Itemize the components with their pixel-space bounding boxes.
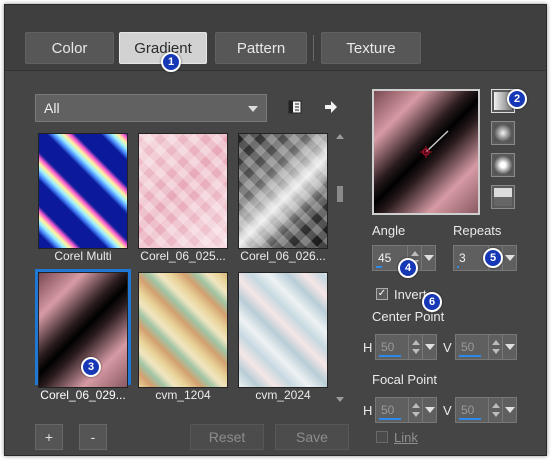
link-label[interactable]: Link <box>394 430 418 445</box>
center-v-stepper[interactable] <box>488 335 502 359</box>
gradient-name: Corel_06_025... <box>140 249 226 263</box>
gradient-preview[interactable] <box>372 89 480 215</box>
add-gradient-button[interactable]: + <box>35 424 63 450</box>
style-sunburst-button[interactable] <box>491 153 515 177</box>
callout-4: 4 <box>398 258 418 278</box>
gradient-item-corel-06-025[interactable]: Corel_06_025... <box>135 130 231 263</box>
chevron-down-icon[interactable] <box>502 335 516 359</box>
focal-h-field[interactable]: 50 <box>375 397 437 423</box>
rectangular-gradient-icon <box>494 124 512 142</box>
focal-v-level-bar <box>459 418 481 420</box>
link-checkbox[interactable] <box>376 431 388 443</box>
gradient-swatch <box>138 272 228 388</box>
category-dropdown[interactable]: All <box>35 94 267 122</box>
chevron-down-icon[interactable] <box>421 246 435 270</box>
center-v-level-bar <box>459 355 481 357</box>
sunburst-gradient-icon <box>494 156 512 174</box>
focal-h-stepper[interactable] <box>408 398 422 422</box>
focal-v-field[interactable]: 50 <box>455 397 517 423</box>
angle-handle-icon[interactable] <box>374 91 478 213</box>
focal-h-value[interactable]: 50 <box>376 403 408 417</box>
focal-h-level-bar <box>379 418 401 420</box>
chevron-down-icon[interactable] <box>502 398 516 422</box>
angle-label: Angle <box>372 223 406 238</box>
callout-2: 2 <box>507 89 527 109</box>
reset-button[interactable]: Reset <box>190 424 264 450</box>
center-h-stepper[interactable] <box>408 335 422 359</box>
style-rectangular-button[interactable] <box>491 121 515 145</box>
gradient-name: Corel Multi <box>54 249 112 263</box>
tab-texture[interactable]: Texture <box>321 32 421 64</box>
invert-checkbox[interactable]: ✓ <box>376 288 388 300</box>
focal-v-value[interactable]: 50 <box>456 403 488 417</box>
gradient-swatch <box>38 133 128 249</box>
center-v-field[interactable]: 50 <box>455 334 517 360</box>
callout-5: 5 <box>483 248 503 268</box>
gradient-item-cvm-2024[interactable]: cvm_2024 <box>235 269 331 402</box>
callout-3: 3 <box>81 357 101 377</box>
book-icon[interactable] <box>285 96 305 118</box>
save-button[interactable]: Save <box>275 424 349 450</box>
gradient-name: cvm_2024 <box>255 388 311 402</box>
style-radial-button[interactable] <box>491 185 515 209</box>
gradient-swatch <box>238 133 328 249</box>
callout-6: 6 <box>422 292 442 312</box>
focal-point-label: Focal Point <box>372 372 438 387</box>
chevron-down-icon[interactable] <box>422 398 436 422</box>
gradient-list-scrollbar[interactable] <box>334 130 346 406</box>
repeats-label: Repeats <box>453 223 502 238</box>
material-properties-panel: Color Gradient Pattern Texture 1 All Cor… <box>4 4 547 456</box>
repeats-level-bar <box>457 266 459 268</box>
center-h-field[interactable]: 50 <box>375 334 437 360</box>
gradient-grid: Corel Multi Corel_06_025... Corel_06_026… <box>35 130 335 406</box>
gradient-item-cvm-1204[interactable]: cvm_1204 <box>135 269 231 402</box>
center-v-value[interactable]: 50 <box>456 340 488 354</box>
tab-pattern[interactable]: Pattern <box>215 32 307 64</box>
scroll-down-icon[interactable] <box>336 397 344 402</box>
scrollbar-thumb[interactable] <box>337 186 343 202</box>
angle-level-bar <box>376 266 382 268</box>
gradient-item-corel-multi[interactable]: Corel Multi <box>35 130 131 263</box>
category-dropdown-value: All <box>44 100 60 116</box>
gradient-swatch <box>238 272 328 388</box>
gradient-name: cvm_1204 <box>155 388 211 402</box>
chevron-down-icon <box>248 106 258 112</box>
remove-gradient-button[interactable]: - <box>79 424 107 450</box>
center-h-level-bar <box>379 355 401 357</box>
gradient-name: Corel_06_026... <box>240 249 326 263</box>
callout-1: 1 <box>161 52 181 72</box>
gradient-swatch <box>138 133 228 249</box>
center-v-label: V <box>443 340 452 355</box>
chevron-down-icon[interactable] <box>502 246 516 270</box>
gradient-item-corel-06-026[interactable]: Corel_06_026... <box>235 130 331 263</box>
gradient-name: Corel_06_029... <box>40 388 126 402</box>
center-h-value[interactable]: 50 <box>376 340 408 354</box>
tab-bar: Color Gradient Pattern Texture <box>5 5 546 71</box>
tab-color[interactable]: Color <box>25 32 114 64</box>
tab-separator <box>313 35 314 61</box>
focal-h-label: H <box>363 403 373 418</box>
arrow-right-icon[interactable] <box>320 96 342 118</box>
center-h-label: H <box>363 340 373 355</box>
scroll-up-icon[interactable] <box>336 134 344 139</box>
chevron-down-icon[interactable] <box>422 335 436 359</box>
focal-v-label: V <box>443 403 452 418</box>
focal-v-stepper[interactable] <box>488 398 502 422</box>
radial-gradient-icon <box>494 188 512 206</box>
checkmark-icon: ✓ <box>377 288 387 299</box>
